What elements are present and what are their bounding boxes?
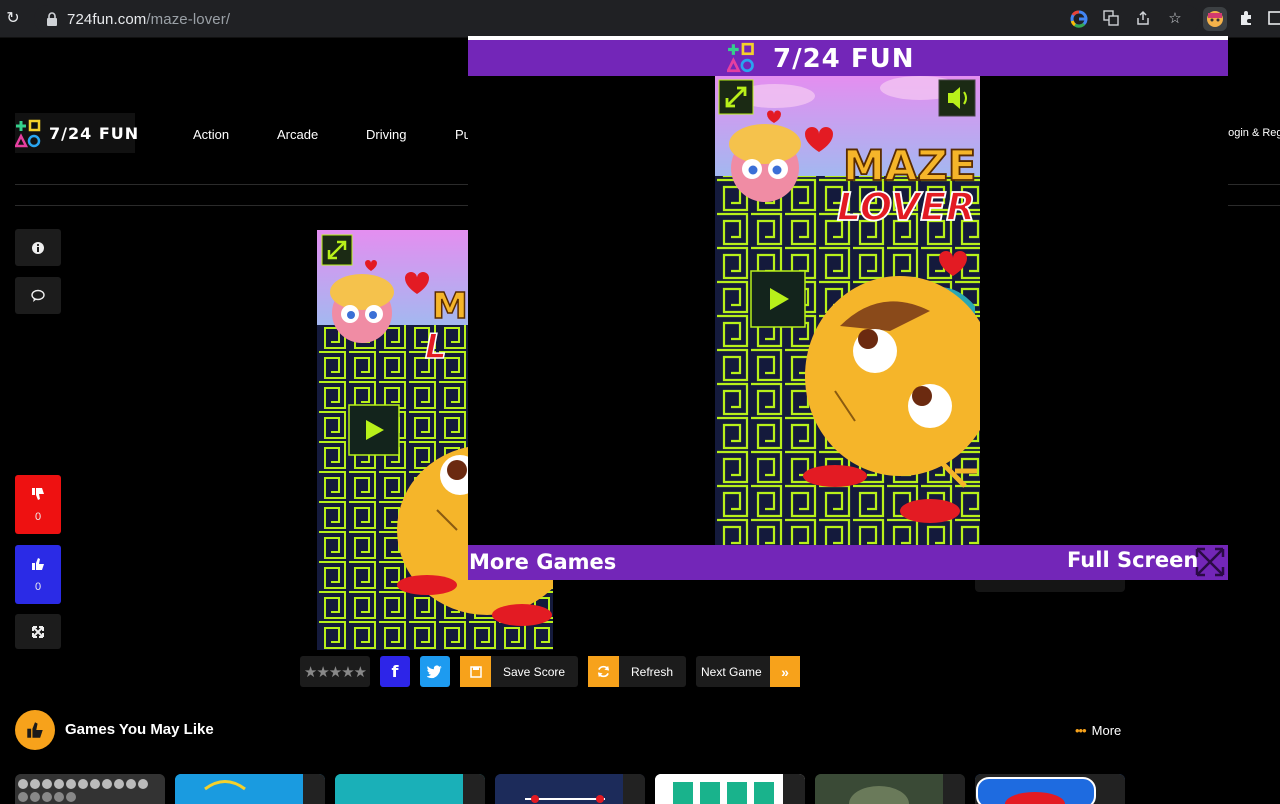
game-title-lover: LOVER — [837, 185, 975, 229]
thumbs-up-icon — [32, 557, 44, 570]
login-register-link[interactable]: Login & Reg — [1222, 127, 1280, 139]
twitter-icon — [427, 664, 442, 678]
more-label: More — [1091, 723, 1122, 738]
fullscreen-button[interactable] — [15, 614, 61, 649]
nav-driving[interactable]: Driving — [366, 127, 406, 142]
header-divider — [15, 205, 468, 206]
save-score-button[interactable]: Save Score — [460, 656, 578, 687]
refresh-button[interactable]: Refresh — [588, 656, 686, 687]
more-games-section-link[interactable]: ••• More — [1075, 723, 1121, 738]
fullscreen-arrows-icon[interactable] — [1194, 546, 1226, 578]
next-game-label: Next Game — [701, 664, 762, 679]
full-screen-link[interactable]: Full Screen — [1067, 548, 1198, 572]
url-text[interactable]: 724fun.com/maze-lover/ — [67, 11, 230, 28]
hidden-panel-edge — [975, 580, 1125, 592]
game-title-fragment: L — [425, 327, 447, 367]
google-icon[interactable] — [1070, 10, 1088, 28]
header-divider — [1228, 205, 1280, 206]
thumbs-up-badge — [15, 710, 55, 750]
dots-icon: ••• — [1075, 723, 1087, 738]
sidepanel-icon[interactable] — [1266, 10, 1280, 28]
game-title-maze: MAZE — [843, 141, 976, 190]
save-score-label: Save Score — [503, 664, 566, 679]
section-title: Games You May Like — [65, 721, 214, 738]
expand-icon — [32, 625, 44, 638]
header-divider — [1228, 184, 1280, 185]
game-title-fragment: M — [432, 286, 468, 327]
nav-action[interactable]: Action — [193, 127, 229, 142]
overlay-logo-icon — [727, 42, 754, 73]
bookmark-star-icon[interactable]: ☆ — [1166, 10, 1184, 28]
url-domain: 724fun.com — [67, 11, 147, 28]
lock-icon — [47, 12, 57, 26]
twitter-share-button[interactable] — [420, 656, 450, 687]
translate-icon[interactable] — [1102, 10, 1120, 28]
comment-button[interactable] — [15, 277, 61, 314]
share-icon[interactable] — [1134, 10, 1152, 28]
info-icon — [32, 241, 44, 254]
thumbs-up-icon — [27, 722, 43, 738]
like-count: 0 — [34, 580, 42, 593]
comment-icon — [31, 289, 45, 302]
info-button[interactable] — [15, 229, 61, 266]
facebook-icon: f — [391, 662, 399, 681]
url-path: /maze-lover/ — [146, 11, 231, 28]
profile-avatar[interactable] — [1203, 7, 1227, 31]
dislike-count: 0 — [34, 510, 42, 523]
dislike-button[interactable]: 0 — [15, 475, 61, 534]
refresh-label: Refresh — [631, 664, 674, 679]
like-button[interactable]: 0 — [15, 545, 61, 604]
refresh-icon — [588, 656, 619, 687]
extensions-puzzle-icon[interactable] — [1237, 10, 1255, 28]
next-game-button[interactable]: Next Game » — [696, 656, 800, 687]
star-rating[interactable]: ★★★★★ — [300, 656, 370, 687]
site-logo-text: 7/24 FUN — [49, 124, 140, 143]
reload-icon[interactable]: ↻ — [4, 10, 22, 28]
header-divider — [15, 184, 468, 185]
more-games-link[interactable]: More Games — [469, 550, 616, 574]
facebook-share-button[interactable]: f — [380, 656, 410, 687]
overlay-title: 7/24 FUN — [773, 44, 915, 74]
double-chevron-right-icon: » — [770, 656, 800, 687]
save-icon — [460, 656, 491, 687]
game-canvas[interactable]: MAZE LOVER — [715, 76, 980, 545]
game-art: MAZE LOVER — [715, 76, 980, 545]
nav-arcade[interactable]: Arcade — [277, 127, 318, 142]
thumbs-down-icon — [32, 487, 44, 500]
logo-shapes-icon — [15, 119, 41, 148]
